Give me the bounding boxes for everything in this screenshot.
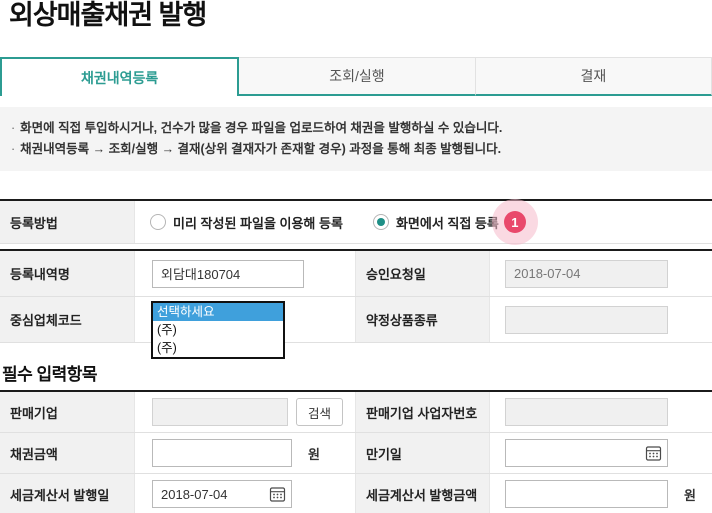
tax-invoice-amount-label: 세금계산서 발행금액: [355, 474, 490, 513]
radio-direct-entry[interactable]: 화면에서 직접 등록: [373, 213, 499, 232]
notice-line: ·화면에 직접 투입하시거나, 건수가 많을 경우 파일을 업로드하여 채권을 …: [11, 118, 702, 139]
notice-box: ·화면에 직접 투입하시거나, 건수가 많을 경우 파일을 업로드하여 채권을 …: [0, 107, 712, 171]
agreement-product-cell: [490, 297, 712, 342]
seller-cell: 검색: [135, 392, 355, 432]
dropdown-option[interactable]: (주): [153, 321, 283, 339]
seller-biz-no-input: [505, 398, 668, 426]
radio-group: 미리 작성된 파일을 이용해 등록 화면에서 직접 등록 1: [150, 211, 526, 233]
tab-bond-entry[interactable]: 채권내역등록: [0, 57, 239, 96]
tab-inquiry-execute[interactable]: 조회/실행: [239, 57, 475, 96]
approval-date-input: [505, 260, 668, 288]
radio-file-upload[interactable]: 미리 작성된 파일을 이용해 등록: [150, 213, 343, 232]
dropdown-option-selected[interactable]: 선택하세요: [153, 303, 283, 321]
dropdown-option[interactable]: (주): [153, 339, 283, 357]
register-method-row: 등록방법 미리 작성된 파일을 이용해 등록 화면에서 직접 등록 1: [0, 201, 712, 244]
agreement-product-input: [505, 306, 668, 334]
bond-amount-label: 채권금액: [0, 433, 135, 473]
radio-on-icon[interactable]: [373, 214, 389, 230]
table-row: 판매기업 검색 판매기업 사업자번호: [0, 392, 712, 433]
currency-unit: 원: [684, 485, 696, 504]
bullet-icon: ·: [11, 121, 15, 135]
tax-invoice-amount-input[interactable]: [505, 480, 668, 508]
seller-biz-no-label: 판매기업 사업자번호: [355, 392, 490, 432]
seller-input: [152, 398, 288, 426]
radio-off-icon[interactable]: [150, 214, 166, 230]
entry-name-input[interactable]: [152, 260, 304, 288]
annotation-badge: 1: [504, 211, 526, 233]
entry-name-cell: [135, 251, 355, 296]
seller-biz-no-cell: [490, 392, 712, 432]
approval-date-cell: [490, 251, 712, 296]
center-company-dropdown[interactable]: 선택하세요 (주) (주): [151, 301, 285, 359]
tax-invoice-date-label: 세금계산서 발행일: [0, 474, 135, 513]
tab-approval[interactable]: 결재: [476, 57, 712, 96]
date-picker: [505, 439, 668, 467]
calendar-icon[interactable]: [269, 486, 286, 503]
detail-table: 등록내역명 승인요청일 중심업체코드 선택하세요 (주) (주) 약정상품종류: [0, 249, 712, 343]
search-button[interactable]: 검색: [296, 398, 343, 426]
required-table: 판매기업 검색 판매기업 사업자번호 채권금액 원 만기일: [0, 390, 712, 513]
step-1-badge: 1: [504, 211, 526, 233]
required-section-title: 필수 입력항목: [2, 360, 97, 385]
tax-invoice-date-cell: [135, 474, 355, 513]
agreement-product-label: 약정상품종류: [355, 297, 490, 342]
entry-name-label: 등록내역명: [0, 251, 135, 296]
tab-bar: 채권내역등록 조회/실행 결재: [0, 57, 712, 96]
maturity-date-label: 만기일: [355, 433, 490, 473]
currency-unit: 원: [308, 444, 320, 463]
maturity-date-input[interactable]: [505, 439, 668, 467]
ar-bond-issue-page: 외상매출채권 발행 채권내역등록 조회/실행 결재 ·화면에 직접 투입하시거나…: [0, 0, 712, 513]
register-method-table: 등록방법 미리 작성된 파일을 이용해 등록 화면에서 직접 등록 1: [0, 199, 712, 244]
bond-amount-input[interactable]: [152, 439, 292, 467]
page-title: 외상매출채권 발행: [9, 0, 206, 32]
bullet-icon: ·: [11, 142, 15, 156]
center-company-code-cell: 선택하세요 (주) (주): [135, 297, 355, 342]
maturity-date-cell: [490, 433, 712, 473]
date-picker: [152, 480, 292, 508]
table-row: 등록내역명 승인요청일: [0, 251, 712, 297]
seller-label: 판매기업: [0, 392, 135, 432]
calendar-icon[interactable]: [645, 445, 662, 462]
bond-amount-cell: 원: [135, 433, 355, 473]
register-method-options: 미리 작성된 파일을 이용해 등록 화면에서 직접 등록 1: [135, 201, 712, 243]
register-method-label: 등록방법: [0, 201, 135, 243]
center-company-code-label: 중심업체코드: [0, 297, 135, 342]
table-row: 중심업체코드 선택하세요 (주) (주) 약정상품종류: [0, 297, 712, 343]
notice-line: ·채권내역등록 → 조회/실행 → 결재(상위 결재자가 존재할 경우) 과정을…: [11, 139, 702, 160]
table-row: 세금계산서 발행일 세금계산서 발행금액 원: [0, 474, 712, 513]
tax-invoice-amount-cell: 원: [490, 474, 712, 513]
table-row: 채권금액 원 만기일: [0, 433, 712, 474]
approval-date-label: 승인요청일: [355, 251, 490, 296]
